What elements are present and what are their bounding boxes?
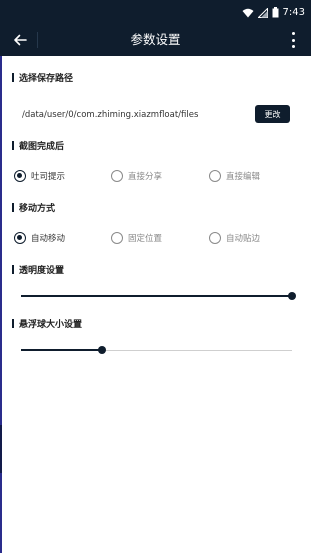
radio-label: 固定位置 xyxy=(128,234,163,244)
section-label: 移动方式 xyxy=(19,203,56,214)
radio-circle xyxy=(209,232,221,244)
slider-thumb[interactable] xyxy=(288,292,296,300)
section-transparency-title: 透明度设置 xyxy=(12,262,64,276)
move-mode-options: 自动移动 固定位置 自动贴边 xyxy=(0,231,311,245)
radio-circle xyxy=(111,170,123,182)
section-label: 选择保存路径 xyxy=(19,73,74,84)
more-button[interactable] xyxy=(287,32,299,48)
radio-direct-edit[interactable]: 直接编辑 xyxy=(209,169,260,183)
slider-fill xyxy=(21,349,103,351)
status-bar: 7:43 xyxy=(0,0,311,24)
wifi-icon xyxy=(242,3,254,22)
page-title: 参数设置 xyxy=(130,32,181,47)
section-after-capture-title: 截图完成后 xyxy=(12,138,64,152)
radio-direct-share[interactable]: 直接分享 xyxy=(111,169,162,183)
section-marker xyxy=(12,264,14,274)
radio-label: 直接分享 xyxy=(128,172,163,182)
signal-icon xyxy=(256,3,268,22)
status-icons: 7:43 xyxy=(242,0,305,24)
section-ball-size-title: 悬浮球大小设置 xyxy=(12,316,82,330)
radio-circle xyxy=(209,170,221,182)
change-path-button[interactable]: 更改 xyxy=(255,105,290,123)
transparency-slider[interactable] xyxy=(21,291,296,301)
section-marker xyxy=(12,140,14,150)
section-save-path-title: 选择保存路径 xyxy=(12,70,73,84)
section-marker xyxy=(12,202,14,212)
radio-label: 自动贴边 xyxy=(226,234,261,244)
radio-auto-move[interactable]: 自动移动 xyxy=(14,231,65,245)
section-label: 透明度设置 xyxy=(19,265,65,276)
after-capture-options: 吐司提示 直接分享 直接编辑 xyxy=(0,169,311,183)
radio-toast-hint[interactable]: 吐司提示 xyxy=(14,169,65,183)
section-move-mode-title: 移动方式 xyxy=(12,200,55,214)
app-bar: 参数设置 xyxy=(0,24,311,56)
section-label: 截图完成后 xyxy=(19,141,65,152)
left-edge-strip xyxy=(0,56,2,553)
slider-fill xyxy=(21,295,292,297)
battery-icon xyxy=(272,3,279,22)
section-marker xyxy=(12,318,14,328)
save-path-value: /data/user/0/com.zhiming.xiazmfloat/file… xyxy=(22,110,199,120)
radio-label: 直接编辑 xyxy=(226,172,261,182)
radio-circle xyxy=(111,232,123,244)
radio-circle xyxy=(14,232,26,244)
status-time: 7:43 xyxy=(282,6,305,18)
ball-size-slider[interactable] xyxy=(21,345,292,355)
slider-thumb[interactable] xyxy=(98,346,107,354)
radio-label: 自动移动 xyxy=(31,234,66,244)
section-marker xyxy=(12,72,14,82)
left-edge-strip-dark xyxy=(0,425,2,473)
radio-label: 吐司提示 xyxy=(31,172,66,182)
more-vertical-icon xyxy=(291,32,295,35)
radio-circle xyxy=(14,170,26,182)
radio-fixed-position[interactable]: 固定位置 xyxy=(111,231,162,245)
section-label: 悬浮球大小设置 xyxy=(19,319,83,330)
radio-auto-edge[interactable]: 自动贴边 xyxy=(209,231,260,245)
